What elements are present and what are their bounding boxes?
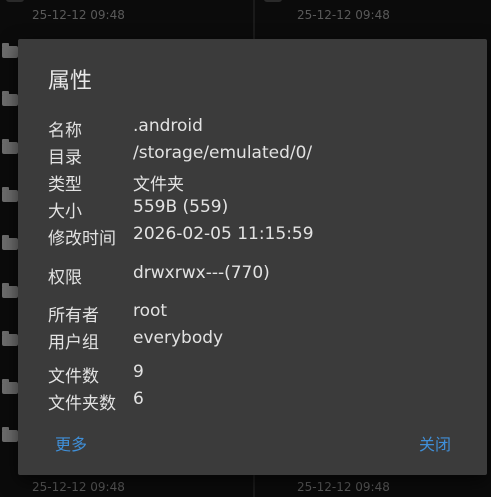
more-button[interactable]: 更多 bbox=[55, 431, 87, 455]
property-value: 9 bbox=[133, 362, 144, 382]
folder-icon bbox=[2, 331, 18, 346]
property-key: 名称 bbox=[48, 121, 82, 141]
property-key: 权限 bbox=[48, 268, 82, 288]
property-value: 文件夹 bbox=[133, 175, 184, 195]
file-thumb-icon bbox=[6, 0, 24, 2]
property-key: 所有者 bbox=[48, 306, 99, 326]
close-button[interactable]: 关闭 bbox=[419, 431, 451, 455]
property-key: 大小 bbox=[48, 202, 82, 222]
property-key: 文件夹数 bbox=[48, 394, 116, 414]
property-value: root bbox=[133, 301, 168, 321]
file-date: 25-12-12 09:48 bbox=[32, 8, 125, 22]
folder-icon bbox=[2, 379, 18, 394]
properties-dialog: 属性 名称 .android 目录 /storage/emulated/0/ 类… bbox=[18, 39, 487, 475]
screen: 25-12-12 09:48 25-12-12 09:48 25-12-12 0… bbox=[0, 0, 491, 497]
property-value: everybody bbox=[133, 328, 224, 348]
folder-icon bbox=[2, 187, 18, 202]
dialog-title: 属性 bbox=[48, 69, 93, 94]
property-value: 559B (559) bbox=[133, 197, 229, 217]
property-value: .android bbox=[133, 116, 203, 136]
file-thumb-icon bbox=[264, 0, 282, 2]
property-value: 6 bbox=[133, 389, 144, 409]
file-date: 25-12-12 09:48 bbox=[32, 480, 125, 494]
list-item[interactable]: 25-12-12 09:48 bbox=[258, 472, 491, 497]
folder-icon bbox=[2, 43, 18, 58]
property-key: 文件数 bbox=[48, 367, 99, 387]
property-value: /storage/emulated/0/ bbox=[133, 143, 313, 163]
property-key: 目录 bbox=[48, 148, 82, 168]
property-value: 2026-02-05 11:15:59 bbox=[133, 224, 314, 244]
folder-icon bbox=[2, 427, 18, 442]
folder-icon bbox=[2, 235, 18, 250]
folder-icon bbox=[2, 283, 18, 298]
file-date: 25-12-12 09:48 bbox=[297, 480, 390, 494]
list-item[interactable]: 25-12-12 09:48 bbox=[0, 472, 250, 497]
property-key: 修改时间 bbox=[48, 229, 116, 249]
property-key: 类型 bbox=[48, 175, 82, 195]
property-key: 用户组 bbox=[48, 333, 99, 353]
folder-icon bbox=[2, 139, 18, 154]
file-date: 25-12-12 09:48 bbox=[297, 8, 390, 22]
property-value: drwxrwx---(770) bbox=[133, 263, 270, 283]
folder-icon bbox=[2, 91, 18, 106]
